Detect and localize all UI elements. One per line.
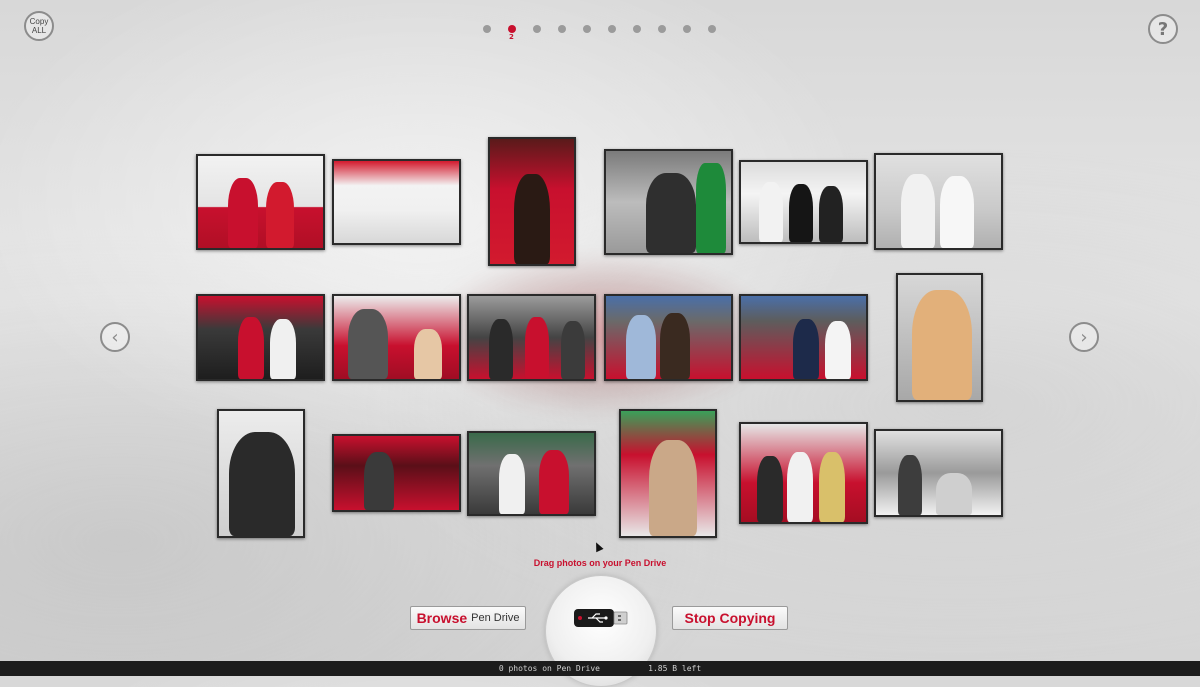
- next-page-button[interactable]: ›: [1069, 322, 1099, 352]
- photo-16[interactable]: [619, 409, 717, 538]
- photo-4[interactable]: [604, 149, 733, 255]
- page-dot-9[interactable]: [683, 25, 691, 33]
- page-dot-7[interactable]: [633, 25, 641, 33]
- page-dot-2-active[interactable]: [508, 25, 516, 33]
- page-dot-4[interactable]: [558, 25, 566, 33]
- photo-8[interactable]: [332, 294, 461, 381]
- photo-9[interactable]: [467, 294, 596, 381]
- page-dot-1[interactable]: [483, 25, 491, 33]
- browse-label: Browse: [416, 610, 468, 626]
- mouse-cursor-icon: [592, 540, 604, 553]
- help-button[interactable]: ?: [1148, 14, 1178, 44]
- photo-15[interactable]: [467, 431, 596, 516]
- browse-sublabel: Pen Drive: [471, 612, 520, 624]
- photo-14[interactable]: [332, 434, 461, 512]
- photo-17[interactable]: [739, 422, 868, 524]
- space-left-status: 1.85 B left: [648, 664, 702, 673]
- previous-page-button[interactable]: ‹: [100, 322, 130, 352]
- page-dot-5[interactable]: [583, 25, 591, 33]
- page-dot-3[interactable]: [533, 25, 541, 33]
- page-indicator: 2: [483, 24, 723, 44]
- stop-copying-button[interactable]: Stop Copying: [672, 606, 788, 630]
- photo-13[interactable]: [217, 409, 305, 538]
- copy-all-button[interactable]: Copy ALL: [24, 11, 54, 41]
- photo-6[interactable]: [874, 153, 1003, 250]
- chevron-right-icon: ›: [1080, 326, 1088, 348]
- status-bar: 0 photos on Pen Drive 1.85 B left: [0, 661, 1200, 676]
- photo-7[interactable]: [196, 294, 325, 381]
- stop-copying-label: Stop Copying: [684, 610, 776, 626]
- copy-all-label-line2: ALL: [31, 26, 47, 35]
- drag-hint: Drag photos on your Pen Drive: [533, 558, 667, 568]
- help-icon: ?: [1157, 18, 1169, 40]
- current-page-number: 2: [509, 33, 514, 41]
- photo-12[interactable]: [896, 273, 983, 402]
- browse-pen-drive-button[interactable]: Browse Pen Drive: [410, 606, 526, 630]
- page-dot-8[interactable]: [658, 25, 666, 33]
- page-dot-10[interactable]: [708, 25, 716, 33]
- page-dot-6[interactable]: [608, 25, 616, 33]
- photo-10[interactable]: [604, 294, 733, 381]
- photo-2[interactable]: [332, 159, 461, 245]
- photo-3[interactable]: [488, 137, 576, 266]
- photo-11[interactable]: [739, 294, 868, 381]
- photo-count-status: 0 photos on Pen Drive: [498, 664, 600, 673]
- status-spacer: [600, 664, 648, 673]
- copy-all-label-line1: Copy: [29, 17, 49, 26]
- photo-18[interactable]: [874, 429, 1003, 517]
- chevron-left-icon: ‹: [111, 326, 119, 348]
- usb-drive-icon: [574, 609, 628, 627]
- photo-1[interactable]: [196, 154, 325, 250]
- photo-5[interactable]: [739, 160, 868, 244]
